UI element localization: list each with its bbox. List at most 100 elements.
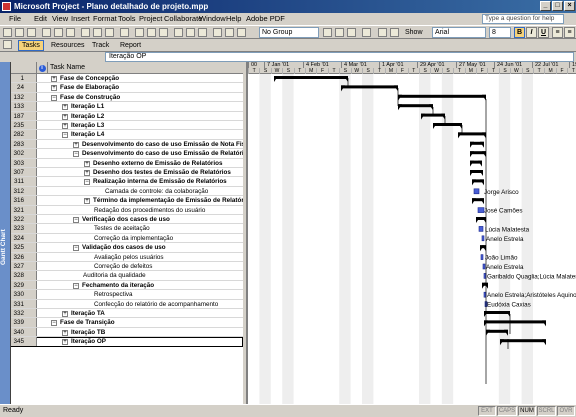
- task-row[interactable]: 303 + Desenho externo de Emissão de Relató…: [11, 158, 243, 168]
- collapse-icon[interactable]: −: [62, 132, 68, 139]
- task-name-cell[interactable]: − Iteração L4: [62, 130, 104, 139]
- task-row[interactable]: 235 + Iteração L3: [11, 121, 243, 131]
- arrow-right-icon[interactable]: [390, 28, 399, 37]
- task-name-cell[interactable]: Auditoria da qualidade: [83, 271, 146, 280]
- menu-format[interactable]: Format: [93, 13, 117, 25]
- task-name-cell[interactable]: + Iteração L1: [62, 102, 104, 111]
- task-row[interactable]: 307 + Desenho dos testes de Emissão de Rel…: [11, 168, 243, 178]
- task-name-cell[interactable]: Correção da implementação: [94, 234, 173, 243]
- help-search-input[interactable]: Type a question for help: [482, 14, 564, 24]
- task-row[interactable]: 339 − Fase de Transição: [11, 318, 243, 328]
- show-menu[interactable]: Show: [405, 27, 423, 38]
- menu-edit[interactable]: Edit: [34, 13, 47, 25]
- menu-view[interactable]: View: [52, 13, 68, 25]
- menu-file[interactable]: File: [9, 13, 21, 25]
- report-button[interactable]: Report: [116, 40, 145, 51]
- go-to-task-icon[interactable]: [347, 28, 356, 37]
- notes-icon[interactable]: [186, 28, 195, 37]
- assign-resources-icon[interactable]: [198, 28, 207, 37]
- task-name-cell[interactable]: + Iteração TB: [62, 328, 105, 337]
- arrow-left-icon[interactable]: [378, 28, 387, 37]
- task-row[interactable]: 302 − Desenvolvimento do caso de uso Emiss…: [11, 149, 243, 159]
- task-name-cell[interactable]: + Desenho externo de Emissão de Relatório…: [84, 159, 222, 168]
- task-row[interactable]: 312 Camada de controle: da colaboração: [11, 186, 243, 197]
- link-tasks-icon[interactable]: [135, 28, 144, 37]
- id-column-header[interactable]: [11, 62, 37, 74]
- menu-help[interactable]: Help: [226, 13, 241, 25]
- task-info-icon[interactable]: [174, 28, 183, 37]
- task-name-cell[interactable]: + Iteração L3: [62, 121, 104, 130]
- expand-icon[interactable]: +: [84, 198, 90, 205]
- task-name-cell[interactable]: Correção de defeitos: [94, 262, 152, 271]
- collapse-icon[interactable]: −: [84, 179, 90, 186]
- expand-icon[interactable]: +: [51, 76, 57, 82]
- menu-insert[interactable]: Insert: [71, 13, 90, 25]
- menu-tools[interactable]: Tools: [118, 13, 136, 25]
- task-row[interactable]: 1 + Fase de Concepção: [11, 74, 243, 84]
- task-row[interactable]: 282 − Iteração L4: [11, 130, 243, 140]
- task-row[interactable]: 323 Testes de aceitação: [11, 224, 243, 234]
- tasks-button[interactable]: Tasks: [18, 40, 44, 51]
- minimize-button[interactable]: _: [540, 1, 551, 11]
- font-select[interactable]: Arial: [432, 27, 486, 38]
- unlink-tasks-icon[interactable]: [147, 28, 156, 37]
- task-row[interactable]: 322 − Verificação dos casos de uso: [11, 215, 243, 225]
- task-row[interactable]: 331 Confecção do relatório de acompanhame…: [11, 299, 243, 309]
- copy-picture-icon[interactable]: [362, 28, 371, 37]
- collapse-icon[interactable]: −: [73, 151, 79, 158]
- new-icon[interactable]: [3, 28, 12, 37]
- collapse-icon[interactable]: −: [51, 94, 57, 101]
- task-row[interactable]: 327 Correção de defeitos: [11, 262, 243, 272]
- collapse-icon[interactable]: −: [73, 282, 79, 289]
- zoom-out-icon[interactable]: [335, 28, 344, 37]
- project-guide-icon[interactable]: [3, 40, 12, 49]
- zoom-in-icon[interactable]: [323, 28, 332, 37]
- task-row[interactable]: 325 − Validação dos casos de uso: [11, 243, 243, 253]
- expand-icon[interactable]: +: [84, 160, 90, 167]
- task-row[interactable]: 283 + Desenvolvimento do caso de uso Emiss…: [11, 139, 243, 150]
- task-name-column-header[interactable]: Task Name: [48, 62, 243, 74]
- task-name-cell[interactable]: − Verificação dos casos de uso: [73, 215, 170, 224]
- resources-button[interactable]: Resources: [47, 40, 88, 51]
- font-size-select[interactable]: 8: [489, 27, 511, 38]
- menu-project[interactable]: Project: [139, 13, 162, 25]
- print-icon[interactable]: [42, 28, 51, 37]
- collapse-icon[interactable]: −: [73, 245, 79, 252]
- indicators-column-header[interactable]: i: [37, 62, 48, 74]
- task-name-cell[interactable]: + Término da implementação de Emissão de …: [84, 196, 243, 205]
- task-row[interactable]: 329 − Fechamento da iteração: [11, 280, 243, 291]
- paste-icon[interactable]: [105, 28, 114, 37]
- open-icon[interactable]: [15, 28, 24, 37]
- task-row[interactable]: 321 Redação dos procedimentos do usuário: [11, 205, 243, 215]
- underline-button[interactable]: U: [538, 27, 549, 38]
- cut-icon[interactable]: [81, 28, 90, 37]
- copy-icon[interactable]: [93, 28, 102, 37]
- task-name-cell[interactable]: + Iteração TA: [62, 309, 105, 318]
- publish-icon[interactable]: [213, 28, 222, 37]
- task-name-cell[interactable]: Retrospectiva: [94, 290, 133, 299]
- collapse-icon[interactable]: −: [51, 320, 57, 327]
- maximize-button[interactable]: □: [552, 1, 563, 11]
- task-name-cell[interactable]: Testes de aceitação: [94, 224, 150, 233]
- close-button[interactable]: ×: [564, 1, 575, 11]
- task-name-cell[interactable]: + Desenvolvimento do caso de uso Emissão …: [73, 140, 243, 149]
- task-name-cell[interactable]: Confecção do relatório de acompanhamento: [94, 300, 218, 309]
- track-button[interactable]: Track: [88, 40, 113, 51]
- task-name-cell[interactable]: + Iteração L2: [62, 112, 104, 121]
- expand-icon[interactable]: +: [84, 170, 90, 176]
- web-icon[interactable]: [225, 28, 234, 37]
- task-name-cell[interactable]: + Fase de Elaboração: [51, 83, 119, 92]
- task-row[interactable]: 324 Correção da implementação: [11, 233, 243, 244]
- menu-collaborate[interactable]: Collaborate: [164, 13, 202, 25]
- task-row[interactable]: 326 Avaliação pelos usuários: [11, 252, 243, 262]
- expand-icon[interactable]: +: [62, 329, 68, 336]
- task-row[interactable]: 332 + Iteração TA: [11, 309, 243, 319]
- menu-window[interactable]: Window: [199, 13, 226, 25]
- task-row[interactable]: 328 Auditoria da qualidade: [11, 271, 243, 281]
- gantt-body[interactable]: Jorge Arisco José Camões Lúcia Malatesta An…: [248, 74, 576, 404]
- task-row[interactable]: 187 + Iteração L2: [11, 111, 243, 121]
- expand-icon[interactable]: +: [62, 113, 68, 120]
- task-name-cell[interactable]: Redação dos procedimentos do usuário: [94, 206, 205, 215]
- expand-icon[interactable]: +: [73, 141, 79, 148]
- align-left-icon[interactable]: ≡: [552, 27, 563, 38]
